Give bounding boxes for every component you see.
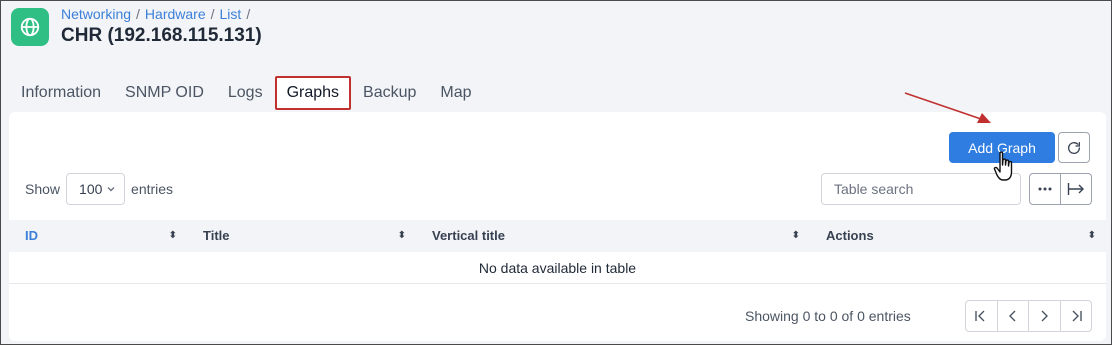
breadcrumb-hardware[interactable]: Hardware: [145, 6, 206, 22]
chevron-right-icon: [1041, 310, 1049, 322]
last-page-button[interactable]: [1059, 301, 1092, 331]
chevron-down-icon: [107, 187, 115, 192]
entries-select[interactable]: 100: [66, 173, 126, 205]
tab-graphs[interactable]: Graphs: [274, 76, 352, 110]
breadcrumb-separator: /: [246, 6, 251, 22]
next-page-button[interactable]: [1028, 301, 1060, 331]
column-header-vertical-title[interactable]: Vertical title ⬍: [416, 220, 810, 252]
entries-select-value: 100: [79, 181, 103, 197]
tab-bar: Information SNMP OID Logs Graphs Backup …: [9, 76, 484, 110]
graphs-card: Add Graph Show 100 entries Table search …: [9, 112, 1106, 341]
tab-map[interactable]: Map: [428, 77, 483, 109]
first-page-icon: [975, 310, 985, 322]
column-header-id[interactable]: ID ⬍: [9, 220, 187, 252]
table-header: ID ⬍ Title ⬍ Vertical title ⬍ Actions ⬍: [9, 220, 1106, 252]
breadcrumb-separator: /: [210, 6, 215, 22]
sort-icon: ⬍: [1087, 230, 1096, 241]
breadcrumb-list[interactable]: List: [220, 6, 242, 22]
column-header-label: Vertical title: [432, 228, 505, 243]
breadcrumb-networking[interactable]: Networking: [61, 6, 131, 22]
column-header-label: Title: [203, 228, 230, 243]
empty-table-message: No data available in table: [9, 252, 1106, 284]
table-info: Showing 0 to 0 of 0 entries: [745, 308, 911, 324]
breadcrumb: Networking / Hardware / List /: [61, 6, 250, 22]
sort-icon: ⬍: [168, 230, 177, 241]
previous-page-button[interactable]: [996, 301, 1029, 331]
sort-icon: ⬍: [791, 230, 800, 241]
tab-logs[interactable]: Logs: [216, 77, 275, 109]
tab-backup[interactable]: Backup: [351, 77, 428, 109]
arrow-right-to-line-icon: [1067, 183, 1084, 195]
refresh-icon: [1068, 141, 1080, 154]
expand-button[interactable]: [1060, 174, 1091, 204]
refresh-button[interactable]: [1058, 132, 1090, 163]
breadcrumb-separator: /: [136, 6, 140, 22]
sort-icon: ⬍: [397, 230, 406, 241]
more-options-button[interactable]: [1030, 174, 1060, 204]
table-search-input[interactable]: [821, 173, 1021, 205]
last-page-icon: [1072, 310, 1082, 322]
pagination: [965, 300, 1092, 332]
chevron-left-icon: [1008, 310, 1016, 322]
entries-length-control: Show 100 entries: [25, 173, 173, 205]
first-page-button[interactable]: [966, 301, 997, 331]
table-tools-group: [1029, 173, 1092, 205]
annotation-arrow-icon: [904, 92, 991, 123]
entries-suffix-label: entries: [131, 181, 174, 197]
hand-pointer-cursor-icon: [993, 151, 1013, 181]
app-window: Networking / Hardware / List / CHR (192.…: [0, 0, 1112, 345]
show-label: Show: [25, 181, 61, 197]
page-title: CHR (192.168.115.131): [61, 25, 262, 46]
more-horizontal-icon: [1038, 187, 1052, 191]
column-header-label: Actions: [826, 228, 874, 243]
globe-icon: [11, 8, 49, 46]
tab-information[interactable]: Information: [9, 77, 113, 109]
tab-snmp-oid[interactable]: SNMP OID: [113, 77, 216, 109]
column-header-actions[interactable]: Actions ⬍: [810, 220, 1106, 252]
column-header-title[interactable]: Title ⬍: [187, 220, 416, 252]
column-header-label: ID: [25, 228, 38, 243]
